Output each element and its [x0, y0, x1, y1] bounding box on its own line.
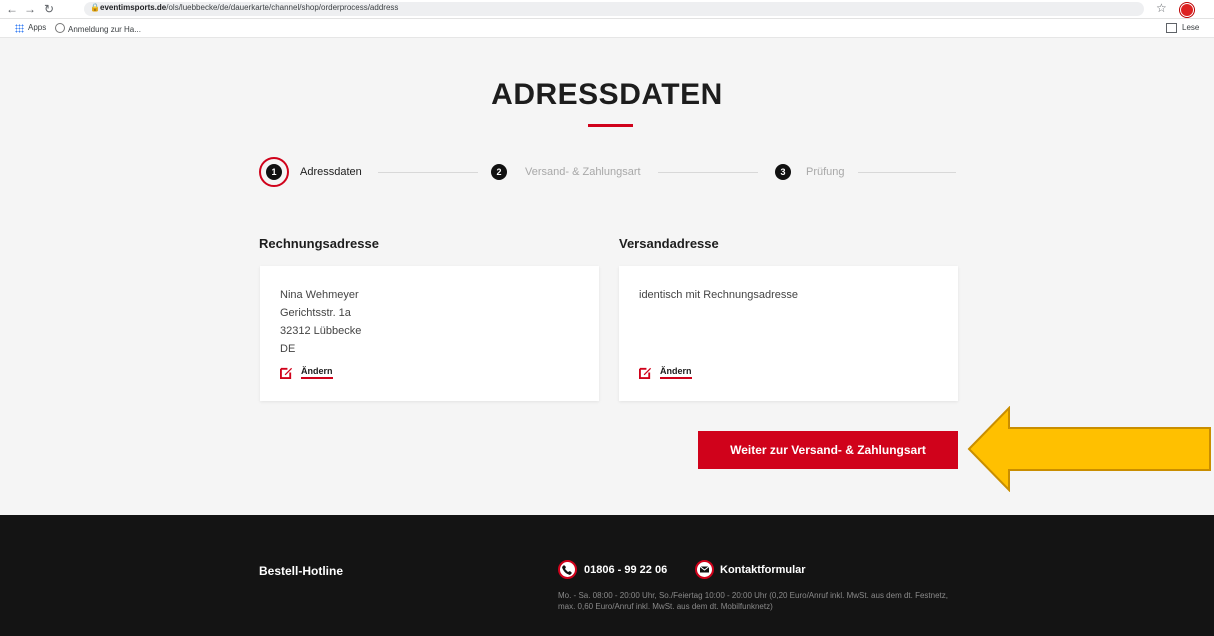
extension-icon[interactable]: [1180, 3, 1194, 17]
reload-icon[interactable]: ↻: [44, 2, 54, 16]
bookmarks-bar: Apps Anmeldung zur Ha... Lese: [0, 19, 1214, 38]
contact-form-link[interactable]: Kontaktformular: [720, 564, 806, 576]
edit-icon: [280, 367, 293, 379]
title-underline: [588, 124, 633, 127]
star-icon[interactable]: ☆: [1156, 1, 1167, 15]
billing-edit-link[interactable]: Ändern: [301, 366, 333, 379]
bookmark-apps[interactable]: Apps: [28, 23, 46, 32]
apps-grid-icon[interactable]: [15, 24, 24, 33]
step-connector: [378, 172, 478, 173]
step-2-label: Versand- & Zahlungsart: [525, 166, 641, 178]
shipping-heading: Versandadresse: [619, 236, 719, 251]
continue-to-shipping-payment-button[interactable]: Weiter zur Versand- & Zahlungsart: [698, 431, 958, 469]
billing-city: 32312 Lübbecke: [280, 325, 362, 337]
edit-icon: [639, 367, 652, 379]
page-title: ADRESSDATEN: [491, 78, 723, 111]
phone-icon: [558, 560, 577, 579]
reading-list-label[interactable]: Lese: [1182, 23, 1199, 32]
billing-name: Nina Wehmeyer: [280, 289, 359, 301]
step-1-label: Adressdaten: [300, 166, 362, 178]
hotline-phone[interactable]: 01806 - 99 22 06: [584, 564, 667, 576]
hotline-hours-note: Mo. - Sa. 08:00 - 20:00 Uhr, So./Feierta…: [558, 591, 948, 611]
lock-icon: 🔒: [90, 3, 100, 12]
billing-heading: Rechnungsadresse: [259, 236, 379, 251]
billing-country: DE: [280, 343, 296, 355]
hotline-heading: Bestell-Hotline: [259, 564, 344, 578]
reading-list-icon[interactable]: [1166, 23, 1177, 33]
shipping-edit-link[interactable]: Ändern: [660, 366, 692, 379]
footer: Bestell-Hotline 01806 - 99 22 06 Kontakt…: [0, 515, 1214, 636]
step-3-label: Prüfung: [806, 166, 845, 178]
url-text[interactable]: eventimsports.de/ols/luebbecke/de/dauerk…: [100, 3, 398, 12]
annotation-arrow-icon: [967, 406, 1211, 492]
billing-street: Gerichtsstr. 1a: [280, 307, 351, 319]
step-connector: [858, 172, 956, 173]
step-2-number: 2: [491, 164, 507, 180]
shipping-card: identisch mit Rechnungsadresse Ändern: [619, 266, 958, 401]
shipping-same-text: identisch mit Rechnungsadresse: [639, 289, 798, 301]
back-arrow-icon[interactable]: ←: [6, 2, 18, 16]
forward-arrow-icon[interactable]: →: [24, 2, 36, 16]
billing-card: Nina Wehmeyer Gerichtsstr. 1a 32312 Lübb…: [260, 266, 599, 401]
browser-toolbar: ← → ↻ 🔒 eventimsports.de/ols/luebbecke/d…: [0, 0, 1214, 19]
step-3-number: 3: [775, 164, 791, 180]
step-1-number: 1: [266, 164, 282, 180]
step-connector: [658, 172, 758, 173]
globe-icon: [55, 23, 65, 33]
bookmark-anmeldung[interactable]: Anmeldung zur Ha...: [55, 23, 141, 34]
mail-icon: [695, 560, 714, 579]
